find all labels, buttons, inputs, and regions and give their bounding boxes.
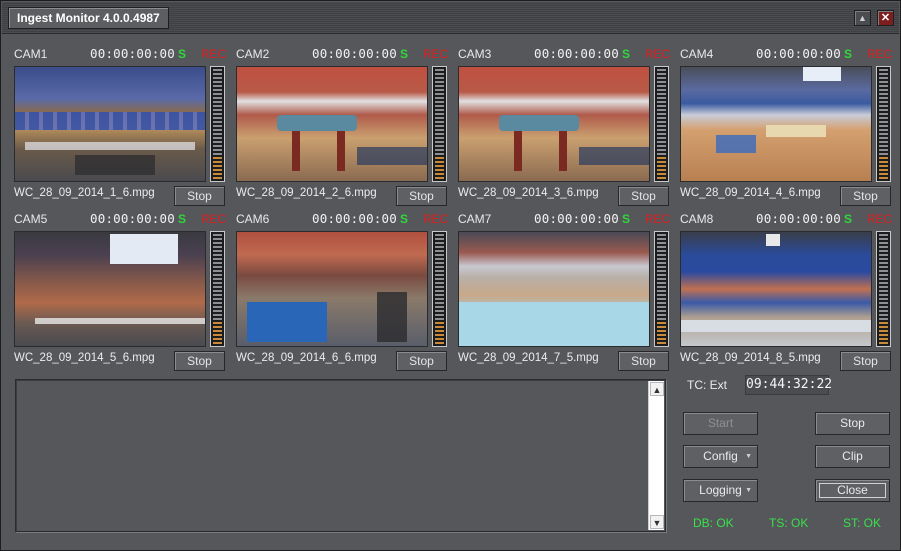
tc-source-label: TC: Ext bbox=[687, 378, 728, 392]
window-title: Ingest Monitor 4.0.0.4987 bbox=[8, 7, 169, 29]
camera-filename: WC_28_09_2014_7_5.mpg bbox=[458, 352, 599, 364]
audio-meter bbox=[654, 231, 669, 347]
camera-filename: WC_28_09_2014_4_6.mpg bbox=[680, 187, 821, 199]
camera-preview bbox=[680, 66, 872, 182]
signal-indicator: S bbox=[178, 212, 187, 226]
camera-preview bbox=[236, 231, 428, 347]
rec-indicator: REC bbox=[867, 212, 893, 226]
camera-panel-8: CAM8 00:00:00:00 S REC WC_28_09_2014_8_5… bbox=[680, 211, 895, 372]
audio-meter bbox=[210, 66, 225, 182]
camera-filename: WC_28_09_2014_1_6.mpg bbox=[14, 187, 155, 199]
rec-indicator: REC bbox=[201, 47, 227, 61]
camera-panel-2: CAM2 00:00:00:00 S REC WC_28_09_2014_2_6… bbox=[236, 46, 451, 207]
close-icon[interactable]: ✕ bbox=[877, 10, 894, 26]
camera-label: CAM1 bbox=[14, 47, 48, 61]
camera-preview bbox=[14, 66, 206, 182]
camera-panel-3: CAM3 00:00:00:00 S REC WC_28_09_2014_3_6… bbox=[458, 46, 673, 207]
rec-indicator: REC bbox=[423, 212, 449, 226]
camera-filename: WC_28_09_2014_2_6.mpg bbox=[236, 187, 377, 199]
camera-panel-6: CAM6 00:00:00:00 S REC WC_28_09_2014_6_6… bbox=[236, 211, 451, 372]
camera-stop-button[interactable]: Stop bbox=[840, 351, 891, 371]
camera-preview bbox=[14, 231, 206, 347]
chevron-down-icon: ▼ bbox=[745, 487, 752, 494]
log-textarea[interactable]: ▲ ▼ bbox=[15, 379, 666, 532]
camera-preview bbox=[458, 66, 650, 182]
camera-stop-button[interactable]: Stop bbox=[174, 186, 225, 206]
camera-timecode: 00:00:00:00 bbox=[312, 46, 397, 61]
ts-status: TS: OK bbox=[769, 516, 809, 530]
audio-meter bbox=[654, 66, 669, 182]
title-bar: Ingest Monitor 4.0.0.4987 ▲ ✕ bbox=[2, 2, 899, 34]
camera-label: CAM4 bbox=[680, 47, 714, 61]
camera-timecode: 00:00:00:00 bbox=[312, 211, 397, 226]
audio-meter bbox=[432, 231, 447, 347]
signal-indicator: S bbox=[400, 212, 409, 226]
audio-meter bbox=[876, 66, 891, 182]
camera-label: CAM8 bbox=[680, 212, 714, 226]
logging-label: Logging bbox=[699, 483, 742, 497]
camera-panel-5: CAM5 00:00:00:00 S REC WC_28_09_2014_5_6… bbox=[14, 211, 229, 372]
camera-panel-1: CAM1 00:00:00:00 S REC WC_28_09_2014_1_6… bbox=[14, 46, 229, 207]
signal-indicator: S bbox=[622, 212, 631, 226]
camera-stop-button[interactable]: Stop bbox=[396, 186, 447, 206]
camera-stop-button[interactable]: Stop bbox=[840, 186, 891, 206]
camera-timecode: 00:00:00:00 bbox=[90, 46, 175, 61]
camera-filename: WC_28_09_2014_3_6.mpg bbox=[458, 187, 599, 199]
log-scrollbar[interactable]: ▲ ▼ bbox=[648, 381, 664, 530]
camera-label: CAM7 bbox=[458, 212, 492, 226]
clip-button[interactable]: Clip bbox=[815, 445, 890, 468]
camera-timecode: 00:00:00:00 bbox=[90, 211, 175, 226]
camera-preview bbox=[458, 231, 650, 347]
config-button[interactable]: Config ▼ bbox=[683, 445, 758, 468]
camera-stop-button[interactable]: Stop bbox=[618, 351, 669, 371]
camera-label: CAM6 bbox=[236, 212, 270, 226]
camera-timecode: 00:00:00:00 bbox=[756, 46, 841, 61]
camera-preview bbox=[680, 231, 872, 347]
st-status: ST: OK bbox=[843, 516, 882, 530]
tc-value: 09:44:32:22 bbox=[745, 375, 832, 395]
signal-indicator: S bbox=[844, 212, 853, 226]
signal-indicator: S bbox=[844, 47, 853, 61]
ingest-monitor-window: Ingest Monitor 4.0.0.4987 ▲ ✕ CAM1 00:00… bbox=[0, 0, 901, 551]
camera-label: CAM2 bbox=[236, 47, 270, 61]
camera-timecode: 00:00:00:00 bbox=[756, 211, 841, 226]
rec-indicator: REC bbox=[645, 212, 671, 226]
audio-meter bbox=[876, 231, 891, 347]
signal-indicator: S bbox=[178, 47, 187, 61]
camera-stop-button[interactable]: Stop bbox=[396, 351, 447, 371]
rec-indicator: REC bbox=[423, 47, 449, 61]
rec-indicator: REC bbox=[201, 212, 227, 226]
rec-indicator: REC bbox=[645, 47, 671, 61]
camera-stop-button[interactable]: Stop bbox=[174, 351, 225, 371]
camera-filename: WC_28_09_2014_8_5.mpg bbox=[680, 352, 821, 364]
scroll-down-icon[interactable]: ▼ bbox=[650, 515, 664, 529]
minimize-icon[interactable]: ▲ bbox=[854, 10, 871, 26]
start-button[interactable]: Start bbox=[683, 412, 758, 435]
rec-indicator: REC bbox=[867, 47, 893, 61]
close-button[interactable]: Close bbox=[815, 479, 890, 502]
camera-stop-button[interactable]: Stop bbox=[618, 186, 669, 206]
camera-panel-4: CAM4 00:00:00:00 S REC WC_28_09_2014_4_6… bbox=[680, 46, 895, 207]
logging-button[interactable]: Logging ▼ bbox=[683, 479, 758, 502]
chevron-down-icon: ▼ bbox=[745, 453, 752, 460]
camera-timecode: 00:00:00:00 bbox=[534, 46, 619, 61]
camera-filename: WC_28_09_2014_6_6.mpg bbox=[236, 352, 377, 364]
db-status: DB: OK bbox=[693, 516, 734, 530]
audio-meter bbox=[210, 231, 225, 347]
signal-indicator: S bbox=[400, 47, 409, 61]
camera-filename: WC_28_09_2014_5_6.mpg bbox=[14, 352, 155, 364]
camera-timecode: 00:00:00:00 bbox=[534, 211, 619, 226]
stop-all-button[interactable]: Stop bbox=[815, 412, 890, 435]
camera-label: CAM5 bbox=[14, 212, 48, 226]
config-label: Config bbox=[703, 449, 738, 463]
camera-preview bbox=[236, 66, 428, 182]
scroll-up-icon[interactable]: ▲ bbox=[650, 382, 664, 396]
camera-panel-7: CAM7 00:00:00:00 S REC WC_28_09_2014_7_5… bbox=[458, 211, 673, 372]
signal-indicator: S bbox=[622, 47, 631, 61]
audio-meter bbox=[432, 66, 447, 182]
camera-label: CAM3 bbox=[458, 47, 492, 61]
